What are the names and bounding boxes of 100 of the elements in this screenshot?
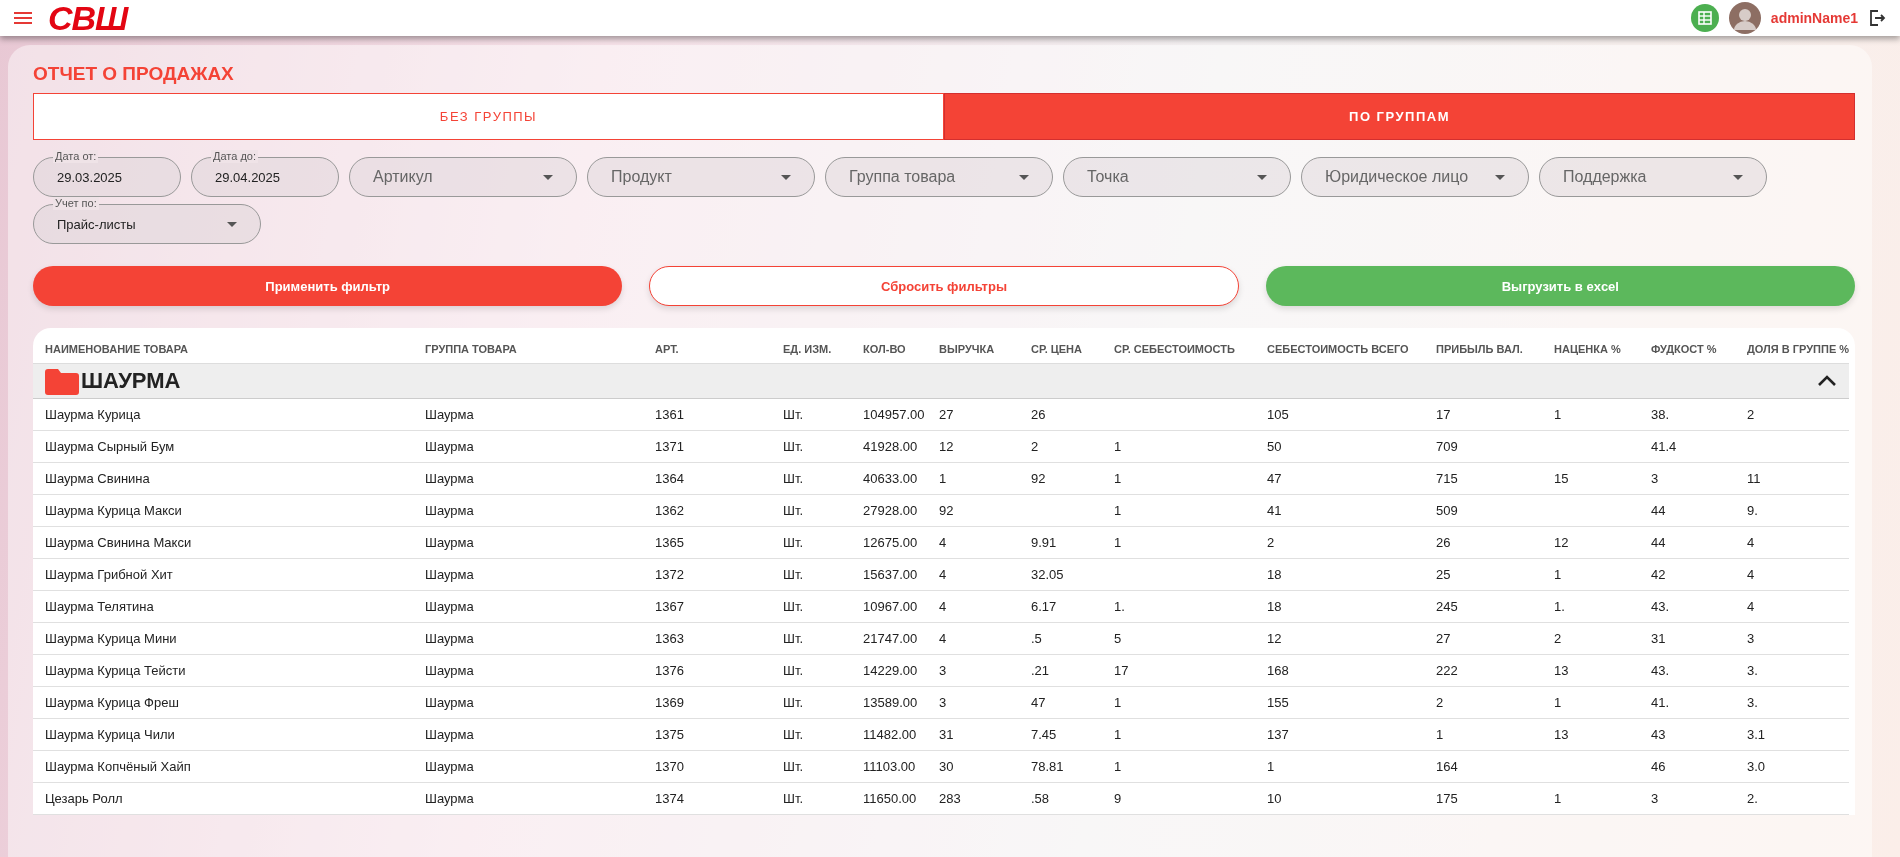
table-cell: 1 [1554, 407, 1562, 422]
table-cell: Шаурма Телятина [45, 599, 154, 614]
table-cell: 1 [1114, 727, 1122, 742]
table-cell: 12 [1554, 535, 1569, 550]
column-header[interactable]: СР. ЦЕНА [1031, 342, 1114, 355]
table-cell: 92 [939, 503, 954, 518]
page-title: ОТЧЕТ О ПРОДАЖАХ [33, 63, 235, 85]
column-header[interactable]: СЕБЕСТОИМОСТЬ ВСЕГО [1267, 342, 1436, 355]
table-cell: 26 [1031, 407, 1046, 422]
filter-field[interactable]: Группа товара [825, 150, 1053, 197]
table-cell: Шт. [783, 535, 804, 550]
table-cell: 1372 [655, 567, 684, 582]
username[interactable]: adminName1 [1770, 10, 1858, 26]
column-header[interactable]: ДОЛЯ В ГРУППЕ % [1747, 342, 1872, 355]
table-cell: Шаурма [425, 631, 474, 646]
table-cell: 47 [1267, 471, 1282, 486]
table-cell: 3 [1651, 791, 1659, 806]
column-header[interactable]: ЕД. ИЗМ. [783, 342, 863, 355]
field-placeholder: Группа товара [849, 168, 957, 186]
spreadsheet-icon[interactable] [1690, 4, 1719, 32]
table-cell: 4 [1747, 599, 1755, 614]
filter-field[interactable]: Поддержка [1539, 150, 1767, 197]
column-header[interactable]: ВЫРУЧКА [939, 342, 1031, 355]
table-cell: Шт. [783, 439, 804, 454]
filter-field[interactable]: Юридическое лицо [1301, 150, 1529, 197]
table-cell: Шаурма Грибной Хит [45, 567, 173, 582]
table-cell: Шаурма [425, 535, 474, 550]
table-cell: 78.81 [1031, 759, 1064, 774]
table-cell: 4 [939, 631, 947, 646]
column-header[interactable]: СР. СЕБЕСТОИМОСТЬ [1114, 342, 1267, 355]
table-cell: Шт. [783, 759, 804, 774]
logout-icon[interactable] [1868, 9, 1886, 27]
field-label: Дата до: [211, 150, 258, 163]
group-row[interactable]: ШАУРМА [33, 363, 1849, 399]
table-cell: 1 [1114, 439, 1122, 454]
filter-field[interactable]: Продукт [587, 150, 815, 197]
table-cell: 283 [939, 791, 961, 806]
table-cell: 2 [1554, 631, 1562, 646]
table-cell: 38. [1651, 407, 1670, 422]
logo[interactable]: СВШ [48, 0, 128, 36]
table-cell: 41. [1651, 695, 1670, 710]
table-cell: 1 [1554, 567, 1562, 582]
table-cell: Шаурма [425, 471, 474, 486]
table-cell: 3 [939, 695, 947, 710]
filter-field[interactable]: Дата от: 29.03.2025 [33, 150, 181, 197]
menu-icon[interactable] [14, 11, 32, 25]
table-cell: Шаурма [425, 663, 474, 678]
field-placeholder: Продукт [611, 168, 673, 186]
filter-field[interactable]: Дата до: 29.04.2025 [191, 150, 339, 197]
table-cell: 715 [1436, 471, 1458, 486]
table-cell: 1369 [655, 695, 684, 710]
table-cell: 43 [1651, 727, 1666, 742]
table-cell: 1. [1554, 599, 1565, 614]
table-cell: 1 [1114, 503, 1122, 518]
field-label: Учет по: [53, 197, 99, 210]
filter-field[interactable]: Артикул [349, 150, 577, 197]
table-cell: 26 [1436, 535, 1451, 550]
column-header[interactable]: ГРУППА ТОВАРА [425, 342, 655, 355]
caret-icon [1257, 174, 1267, 180]
table-cell: 245 [1436, 599, 1458, 614]
avatar-icon[interactable] [1728, 2, 1761, 34]
field-value: Прайс-листы [57, 216, 137, 232]
column-header[interactable]: ФУДКОСТ % [1651, 342, 1747, 355]
table-cell: Шаурма Копчёный Хайп [45, 759, 191, 774]
table-cell: 9 [1114, 791, 1122, 806]
table-cell: 3 [1747, 631, 1755, 646]
table-cell: Шаурма Курица Чили [45, 727, 175, 742]
table-cell: 13589.00 [863, 695, 918, 710]
table-cell: 13 [1554, 663, 1569, 678]
chevron-icon[interactable] [1817, 375, 1837, 387]
column-header[interactable]: НАИМЕНОВАНИЕ ТОВАРА [45, 342, 425, 355]
action-button[interactable]: Сбросить фильтры [649, 266, 1239, 306]
table-cell: 42 [1651, 567, 1666, 582]
table-cell: 47 [1031, 695, 1046, 710]
field-label: Дата от: [53, 150, 99, 163]
table-cell: 1. [1114, 599, 1125, 614]
column-header[interactable]: КОЛ-ВО [863, 342, 939, 355]
action-button[interactable]: Применить фильтр [33, 266, 623, 306]
table-cell: 31 [1651, 631, 1666, 646]
table-cell: 18 [1267, 599, 1282, 614]
table-cell: 6.17 [1031, 599, 1057, 614]
filter-field[interactable]: Точка [1063, 150, 1291, 197]
table-cell: 15 [1554, 471, 1569, 486]
filter-field[interactable]: Учет по: Прайс-листы [33, 197, 261, 244]
field-placeholder: Поддержка [1563, 168, 1648, 186]
table-cell: 12 [1267, 631, 1282, 646]
column-header[interactable]: НАЦЕНКА % [1554, 342, 1651, 355]
table-cell: 1 [1114, 759, 1122, 774]
table-cell: 41.4 [1651, 439, 1677, 454]
table-cell: 11 [1747, 471, 1761, 486]
table-cell: 2 [1267, 535, 1275, 550]
table-cell: Шаурма Курица Фреш [45, 695, 179, 710]
tab[interactable]: ПО ГРУППАМ [944, 93, 1855, 140]
table-cell: 1361 [655, 407, 684, 422]
column-header[interactable]: АРТ. [655, 342, 783, 355]
tab[interactable]: БЕЗ ГРУППЫ [33, 93, 944, 140]
table-cell: Шаурма Курица [45, 407, 141, 422]
column-header[interactable]: ПРИБЫЛЬ ВАЛ. [1436, 342, 1554, 355]
table-cell: 164 [1436, 759, 1458, 774]
table-cell: Шт. [783, 407, 804, 422]
